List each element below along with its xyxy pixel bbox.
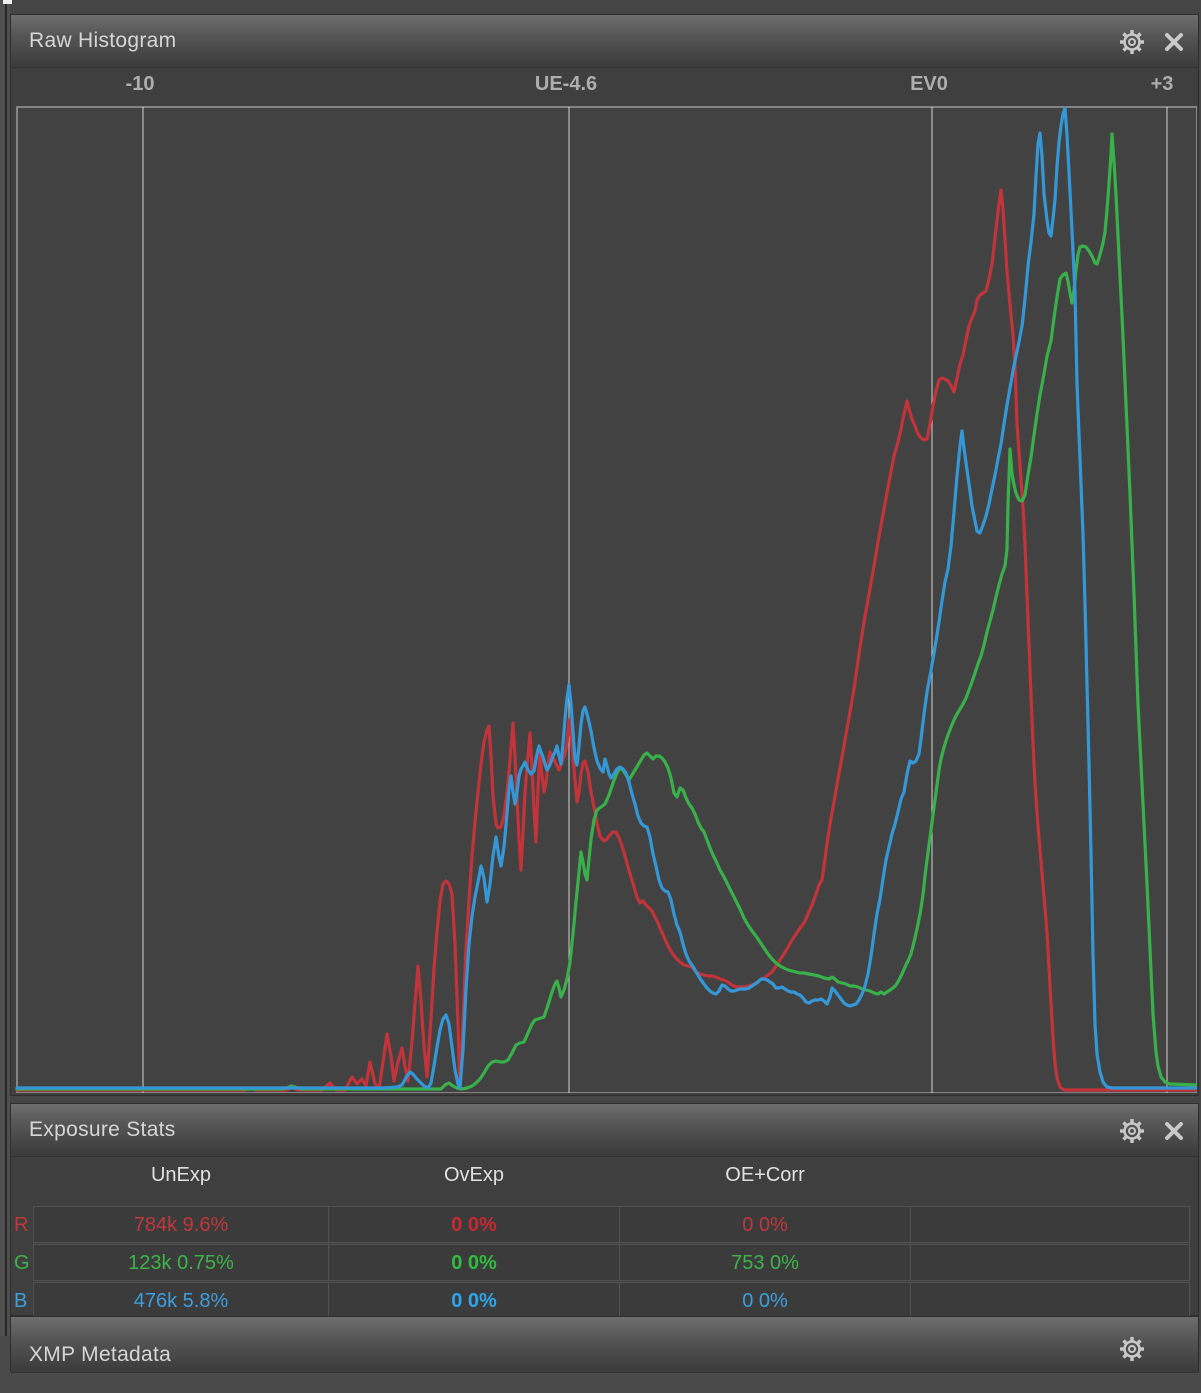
r-ovexp-value: 0 0% xyxy=(328,1206,620,1243)
g-unexp-value: 123k 0.75% xyxy=(33,1244,329,1281)
ev-axis-label: UE-4.6 xyxy=(535,73,597,96)
r-unexp-value: 784k 9.6% xyxy=(33,1206,329,1243)
column-header-unexp: UnExp xyxy=(151,1164,211,1187)
b-ovexp-value: 0 0% xyxy=(328,1282,620,1319)
settings-gear-icon[interactable] xyxy=(1118,1335,1146,1363)
exposure-stats-titlebar: Exposure Stats xyxy=(11,1104,1198,1157)
settings-gear-icon[interactable] xyxy=(1118,28,1146,56)
raw-histogram-panel: Raw Histogram xyxy=(10,14,1199,1096)
table-row-green: G 123k 0.75% 0 0% 753 0% xyxy=(11,1244,1200,1282)
g-empty-cell xyxy=(910,1244,1190,1281)
plot-area xyxy=(17,107,1197,1093)
exposure-stats-title: Exposure Stats xyxy=(29,1104,176,1156)
table-row-red: R 784k 9.6% 0 0% 0 0% xyxy=(11,1206,1200,1244)
b-unexp-value: 476k 5.8% xyxy=(33,1282,329,1319)
column-header-ovexp: OvExp xyxy=(444,1164,504,1187)
xmp-metadata-panel: XMP Metadata xyxy=(10,1316,1199,1372)
r-empty-cell xyxy=(910,1206,1190,1243)
raw-histogram-plot xyxy=(14,104,1197,1093)
column-header-oecorr: OE+Corr xyxy=(725,1164,804,1187)
g-ovexp-value: 0 0% xyxy=(328,1244,620,1281)
top-left-artifact xyxy=(3,0,12,4)
channel-label-g: G xyxy=(14,1244,34,1282)
left-edge-strip xyxy=(0,0,10,1336)
table-row-blue: B 476k 5.8% 0 0% 0 0% xyxy=(11,1282,1200,1320)
ev-axis-label: -10 xyxy=(126,73,155,96)
settings-gear-icon[interactable] xyxy=(1118,1117,1146,1145)
b-empty-cell xyxy=(910,1282,1190,1319)
raw-histogram-titlebar: Raw Histogram xyxy=(11,15,1198,68)
channel-label-r: R xyxy=(14,1206,34,1244)
g-oecorr-value: 753 0% xyxy=(619,1244,911,1281)
close-icon[interactable] xyxy=(1160,1117,1188,1145)
xmp-title: XMP Metadata xyxy=(29,1317,171,1372)
channel-label-b: B xyxy=(14,1282,34,1320)
raw-histogram-title: Raw Histogram xyxy=(29,15,176,67)
exposure-stats-panel: Exposure Stats xyxy=(10,1103,1199,1316)
ev-axis-label: EV0 xyxy=(910,73,948,96)
ev-axis-row: -10 UE-4.6 EV0 +3 xyxy=(11,71,1200,104)
xmp-titlebar: XMP Metadata xyxy=(11,1317,1198,1373)
ev-axis-label: +3 xyxy=(1151,73,1174,96)
r-oecorr-value: 0 0% xyxy=(619,1206,911,1243)
close-icon[interactable] xyxy=(1160,28,1188,56)
b-oecorr-value: 0 0% xyxy=(619,1282,911,1319)
app-background: Raw Histogram xyxy=(0,0,1201,1336)
stats-header-row: UnExp OvExp OE+Corr xyxy=(11,1156,1200,1206)
panel-edge-divider xyxy=(5,0,7,1336)
